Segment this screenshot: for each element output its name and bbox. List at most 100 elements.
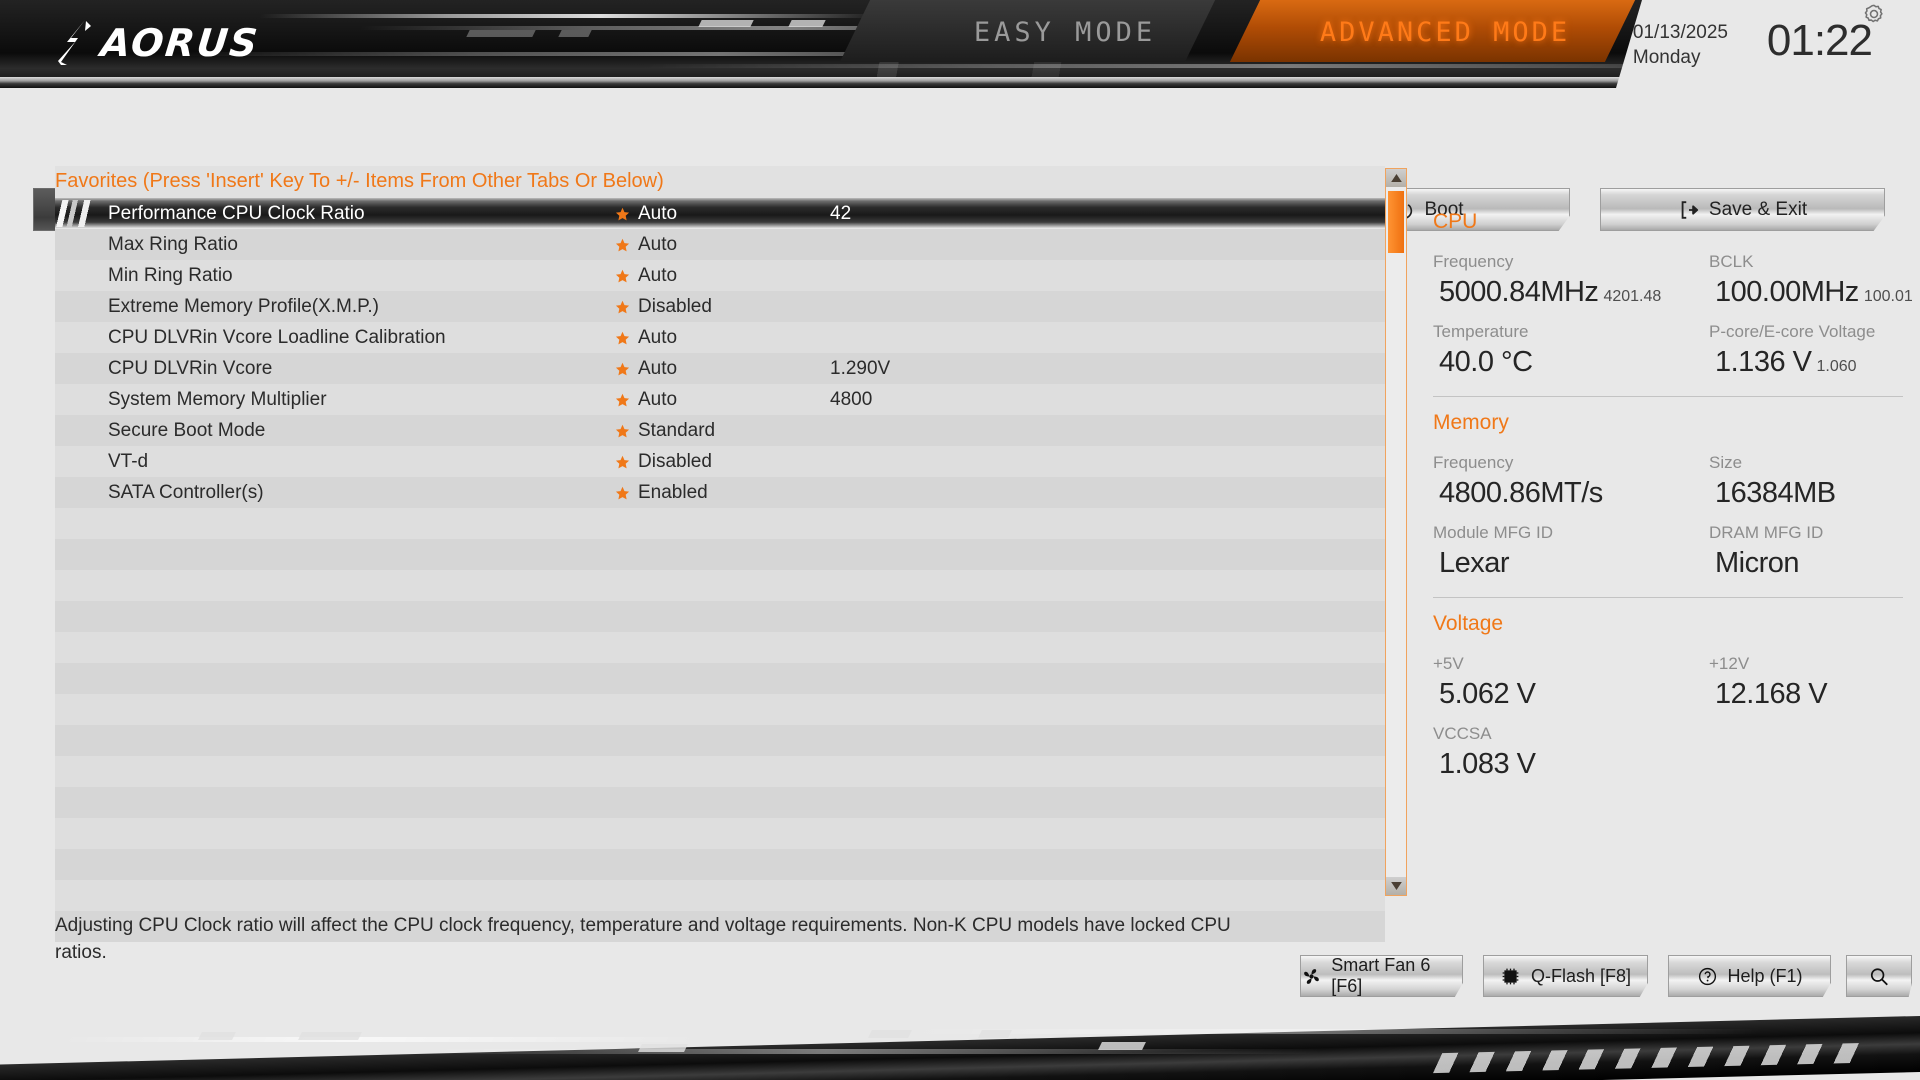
hardware-monitor-panel: CPU Frequency BCLK 5000.84MHz 4201.48 100.00M… [1433,210,1913,781]
search-icon [1868,965,1890,987]
info-key: Frequency [1433,252,1514,271]
table-row-empty [55,601,1385,632]
selection-marker [55,200,101,227]
favorite-star-icon[interactable] [615,392,631,408]
table-row[interactable]: SATA Controller(s) Enabled [55,477,1385,508]
setting-value[interactable]: Auto [638,265,677,287]
caret-down-icon [1390,882,1402,890]
info-key [1709,715,1903,744]
footer-decoration [0,1000,1920,1080]
help-button[interactable]: Help (F1) [1668,955,1831,997]
help-description-text: Adjusting CPU Clock ratio will affect th… [55,915,1231,963]
info-key: BCLK [1709,252,1754,271]
table-row[interactable]: Max Ring Ratio Auto [55,229,1385,260]
favorite-star-icon[interactable] [615,330,631,346]
table-row-empty [55,725,1385,756]
advanced-mode-label[interactable]: ADVANCED MODE [1260,8,1630,56]
weekday-value: Monday [1632,47,1701,68]
favorite-star-icon[interactable] [615,299,631,315]
favorite-star-icon [615,207,630,220]
setting-value[interactable]: Auto [638,358,677,380]
favorite-star-icon[interactable] [615,268,631,284]
easy-mode-label[interactable]: EASY MODE [900,8,1230,56]
table-row-empty [55,849,1385,880]
info-section-grid: Frequency Size 4800.86MT/s 16384MB Module MF… [1433,444,1903,580]
setting-label: Extreme Memory Profile(X.M.P.) [108,295,379,317]
setting-label: CPU DLVRin Vcore Loadline Calibration [108,326,446,348]
favorite-star-icon[interactable] [615,361,631,377]
setting-value[interactable]: Enabled [638,482,708,504]
info-section-title: CPU [1433,210,1478,233]
setting-extra-value: 42 [830,202,852,224]
setting-label: Performance CPU Clock Ratio [108,202,365,224]
table-row-empty [55,632,1385,663]
table-row[interactable]: Secure Boot Mode Standard [55,415,1385,446]
aorus-brand-text: AORUS [98,21,262,65]
q-flash-button[interactable]: Q-Flash [F8] [1483,955,1648,997]
setting-value[interactable]: Auto [638,389,677,411]
setting-label: CPU DLVRin Vcore [108,357,273,379]
favorite-star-icon[interactable] [615,237,631,253]
system-time: 01:22 [1766,16,1873,65]
favorite-star-icon [615,486,630,499]
info-value [1709,748,1903,781]
favorite-star-icon [615,269,630,282]
table-row[interactable]: Extreme Memory Profile(X.M.P.) Disabled [55,291,1385,322]
table-row[interactable]: VT-d Disabled [55,446,1385,477]
fan-icon [1301,965,1322,987]
setting-value[interactable]: Disabled [638,451,712,473]
question-circle-icon [1696,965,1718,987]
info-value: 40.0 °C [1439,346,1533,378]
favorite-star-icon[interactable] [615,423,631,439]
info-value: Lexar [1439,547,1510,579]
favorites-hint-title: Favorites (Press 'Insert' Key To +/- Ite… [55,170,664,192]
info-divider [1433,597,1903,598]
info-key: DRAM MFG ID [1709,523,1824,542]
info-value-secondary: 4201.48 [1603,288,1662,305]
aorus-logo: AORUS [55,18,262,68]
setting-label: VT-d [108,450,149,472]
info-key: P-core/E-core Voltage [1709,322,1876,341]
table-row[interactable]: System Memory Multiplier Auto 4800 [55,384,1385,415]
info-value: 100.00MHz 100.01 [1715,276,1913,308]
favorite-star-icon[interactable] [615,206,631,222]
info-section-title: Voltage [1433,612,1504,635]
info-value-secondary: 100.01 [1863,288,1913,305]
table-row[interactable]: Performance CPU Clock Ratio Auto 42 [55,198,1385,229]
info-section-title: Memory [1433,411,1509,434]
info-key: Temperature [1433,322,1529,341]
table-row[interactable]: Min Ring Ratio Auto [55,260,1385,291]
search-button[interactable] [1846,955,1912,997]
app-header: AORUS EASY MODE ADVANCED MODE 01/13/2025… [0,0,1920,88]
table-row[interactable]: CPU DLVRin Vcore Loadline Calibration Aut… [55,322,1385,353]
info-value: 4800.86MT/s [1439,477,1603,509]
setting-label: Min Ring Ratio [108,264,233,286]
scrollbar-down-button[interactable] [1386,877,1406,895]
setting-value[interactable]: Auto [638,234,677,256]
info-value: 5.062 V [1439,678,1536,710]
favorite-star-icon [615,238,630,251]
setting-extra-value: 1.290V [830,357,891,379]
setting-value[interactable]: Disabled [638,296,712,318]
setting-value[interactable]: Auto [638,203,677,225]
info-section-grid: +5V +12V 5.062 V 12.168 V VCCSA 1.083 V [1433,645,1903,781]
info-key: +12V [1709,654,1750,673]
list-scrollbar[interactable] [1385,168,1407,896]
favorite-star-icon [615,393,630,406]
table-row-empty [55,756,1385,787]
setting-value[interactable]: Auto [638,327,677,349]
setting-label: Max Ring Ratio [108,233,238,255]
help-label: Help (F1) [1727,965,1803,986]
scrollbar-up-button[interactable] [1386,169,1406,187]
favorite-star-icon [615,331,630,344]
smart-fan-button[interactable]: Smart Fan 6 [F6] [1300,955,1463,997]
table-row[interactable]: CPU DLVRin Vcore Auto 1.290V [55,353,1385,384]
table-row-empty [55,663,1385,694]
q-flash-label: Q-Flash [F8] [1530,965,1632,986]
setting-value[interactable]: Standard [638,420,715,442]
info-key: Frequency [1433,453,1514,472]
favorite-star-icon[interactable] [615,454,631,470]
scrollbar-thumb[interactable] [1388,191,1404,253]
chip-icon [1500,965,1522,987]
favorite-star-icon[interactable] [615,485,631,501]
